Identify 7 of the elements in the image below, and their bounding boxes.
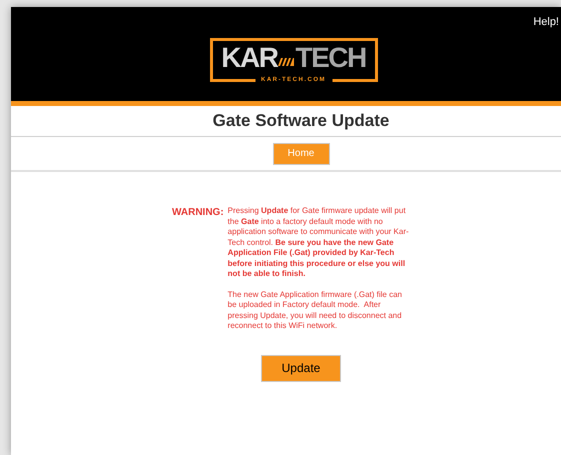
warning-text: Pressing Update for Gate firmware update will put the Gate into a factory default mode with no application software to communicate with your Kar-Tech control. Be sure you have the new Gate Application File (.Gat) provided by Kar-Tech before initiating this procedure or else you will not be able to finish. (228, 206, 410, 280)
warning-label: WARNING: (172, 206, 224, 220)
stripes-icon (278, 58, 294, 66)
help-link[interactable]: Help! (533, 14, 559, 30)
update-button[interactable]: Update (261, 354, 341, 382)
page-title: Gate Software Update (212, 110, 390, 132)
warning-text: The new Gate Application firmware (.Gat) file can be uploaded in Factory default mode. After pressing Update, you will need to disconnect and reconnect to this WiFi network. (228, 290, 403, 332)
